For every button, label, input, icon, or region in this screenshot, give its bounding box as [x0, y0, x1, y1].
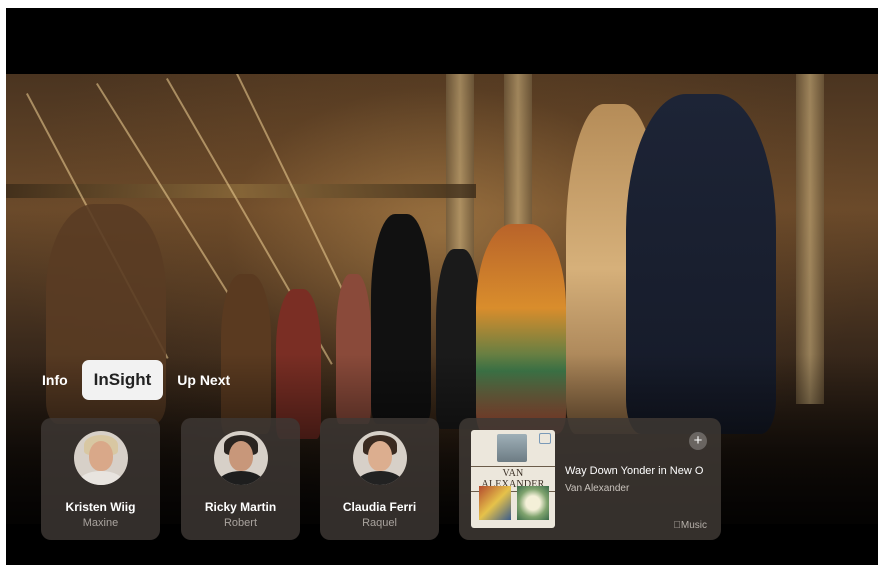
tab-insight[interactable]: InSight: [81, 360, 164, 400]
cast-role: Maxine: [82, 517, 119, 529]
song-title: Way Down Yonder in New O: [565, 465, 704, 477]
cast-role: Raquel: [362, 517, 397, 529]
apple-music-logo: Music: [673, 520, 707, 531]
avatar: [74, 431, 128, 485]
music-card[interactable]: VAN ALEXANDER Way Down Yonder in New O V…: [459, 418, 721, 540]
cast-card-claudia-ferri[interactable]: Claudia Ferri Raquel: [320, 418, 439, 540]
cast-role: Robert: [223, 517, 258, 529]
album-record-art: [517, 486, 549, 520]
album-badge-icon: [539, 433, 551, 444]
song-artist: Van Alexander: [565, 483, 630, 494]
add-song-button[interactable]: +: [689, 432, 707, 450]
avatar: [214, 431, 268, 485]
cast-card-ricky-martin[interactable]: Ricky Martin Robert: [181, 418, 300, 540]
tab-info[interactable]: Info: [34, 360, 76, 400]
cast-card-kristen-wiig[interactable]: Kristen Wiig Maxine: [41, 418, 160, 540]
avatar: [353, 431, 407, 485]
tab-up-next[interactable]: Up Next: [169, 360, 238, 400]
album-art: VAN ALEXANDER: [471, 430, 555, 528]
cast-name: Kristen Wiig: [65, 500, 136, 514]
insight-tabs: Info InSight Up Next: [34, 360, 238, 400]
album-photo: [497, 434, 527, 462]
cast-name: Claudia Ferri: [342, 500, 417, 514]
album-record-art: [479, 486, 511, 520]
cast-name: Ricky Martin: [204, 500, 277, 514]
tv-screen: Info InSight Up Next Kristen Wiig Maxine…: [6, 8, 878, 565]
